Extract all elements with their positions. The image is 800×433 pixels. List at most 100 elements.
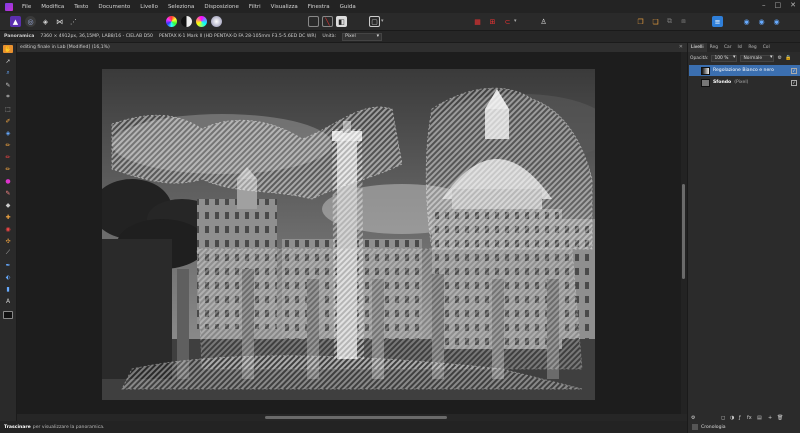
red-eye-icon[interactable]: ◉	[3, 225, 13, 233]
app-logo-icon[interactable]	[5, 2, 13, 11]
color-replace-icon[interactable]: ✏	[3, 153, 13, 161]
layer-thumbnail	[701, 66, 710, 75]
menu-visualizza[interactable]: Visualizza	[266, 4, 303, 10]
toolbar: ▲ ◎ ◈ ⋈ ⋰ ╲ ◧ ▢ ▾ ▦ ⊞ ⊂ ▾ ♙ ❐ ❏ ⧉ ⧈ ≡ ◉ …	[0, 13, 800, 31]
personas-share-icon[interactable]: ◉	[741, 16, 752, 27]
unit-label: Unità:	[322, 34, 337, 39]
paint-brush-icon[interactable]: ✏	[3, 141, 13, 149]
white-balance-icon[interactable]	[211, 16, 222, 27]
layer-row-background[interactable]: Sfondo (Pixel) ✓	[689, 77, 800, 88]
hsl-icon[interactable]	[196, 16, 207, 27]
photo-image	[102, 69, 595, 400]
pen-tool-icon[interactable]: ✒	[3, 261, 13, 269]
menu-testo[interactable]: Testo	[69, 4, 93, 10]
close-button[interactable]: ✕	[790, 1, 796, 9]
shape-tool-icon[interactable]: ▮	[3, 285, 13, 293]
dodge-brush-icon[interactable]: ●	[3, 177, 13, 185]
export-persona-icon[interactable]: ⋰	[68, 16, 79, 27]
context-toolbar: Panoramica 7360 × 4912px, 36,15MP, LAB8/…	[0, 31, 800, 43]
blend-mode-select[interactable]: Normale	[740, 54, 775, 62]
color-wheel-icon[interactable]	[166, 16, 177, 27]
clone-brush-icon[interactable]: ✎	[3, 189, 13, 197]
color-picker-icon[interactable]: ✎	[3, 81, 13, 89]
crop-tool-icon[interactable]: ⌗	[3, 93, 13, 101]
arrange-back-icon[interactable]: ❐	[635, 16, 646, 27]
snapping-dropdown-icon[interactable]: ▾	[514, 18, 517, 24]
layer-controls: Opacità: 100 % Normale ⚙ 🔒	[688, 53, 800, 63]
horizontal-scrollbar[interactable]	[17, 414, 687, 421]
tool-name: Panoramica	[4, 34, 35, 39]
tab-reg-2[interactable]: Reg	[745, 43, 759, 52]
tab-col[interactable]: Col	[760, 43, 773, 52]
develop-persona-icon[interactable]: ◈	[40, 16, 51, 27]
tab-car[interactable]: Car	[721, 43, 735, 52]
liquify-persona-icon[interactable]: ◎	[25, 16, 36, 27]
flood-fill-icon[interactable]: ◈	[3, 129, 13, 137]
image-info: 7360 × 4912px, 36,15MP, LAB8/16 - CIELAB…	[40, 34, 153, 39]
layer-settings-icon[interactable]: ⚙	[777, 55, 781, 61]
tab-reg[interactable]: Reg	[707, 43, 721, 52]
minimize-button[interactable]: –	[762, 1, 766, 9]
menu-livello[interactable]: Livello	[135, 4, 163, 10]
color-swatch-icon[interactable]	[3, 311, 13, 319]
menu-file[interactable]: File	[17, 4, 36, 10]
mesh-warp-icon[interactable]: ✣	[3, 237, 13, 245]
arrange-backward-icon[interactable]: ⧈	[678, 16, 689, 27]
document-tab[interactable]: editing finale in Lab [Modified] (16,1%)…	[17, 43, 687, 52]
opacity-field[interactable]: 100 %	[711, 54, 738, 62]
quick-mask-dropdown-icon[interactable]: ▾	[381, 18, 384, 24]
arrange-forward-icon[interactable]: ⧉	[664, 16, 675, 27]
tab-livelli[interactable]: Livelli	[688, 43, 707, 52]
photo-canvas[interactable]	[102, 69, 595, 400]
deselect-icon[interactable]: ╲	[322, 16, 333, 27]
marquee-tool-icon[interactable]: ⬚	[3, 105, 13, 113]
menu-finestra[interactable]: Finestra	[303, 4, 335, 10]
layer-visibility-checkbox[interactable]: ✓	[791, 79, 797, 86]
menu-guida[interactable]: Guida	[335, 4, 361, 10]
healing-brush-icon[interactable]: ✚	[3, 213, 13, 221]
zoom-tool-icon[interactable]: ⌕	[3, 69, 13, 77]
levels-icon[interactable]	[181, 16, 192, 27]
tab-isl[interactable]: Isl	[735, 43, 746, 52]
menu-modifica[interactable]: Modifica	[36, 4, 69, 10]
lock-icon[interactable]: 🔒	[785, 55, 791, 61]
unit-select[interactable]: Pixel	[342, 32, 383, 41]
pixel-snap-icon[interactable]: ⊞	[487, 16, 498, 27]
history-panel-tab[interactable]: Cronologia	[687, 421, 800, 433]
selection-brush-icon[interactable]: ✐	[3, 117, 13, 125]
account-icon[interactable]: ◉	[771, 16, 782, 27]
menu-disposizione[interactable]: Disposizione	[199, 4, 244, 10]
menu-documento[interactable]: Documento	[93, 4, 135, 10]
layer-row-adjustment[interactable]: Regolazione Bianco e nero ✓	[689, 65, 800, 76]
node-tool-icon[interactable]: ⬖	[3, 273, 13, 281]
erase-brush-icon[interactable]: ✏	[3, 165, 13, 173]
align-icon[interactable]: ≡	[712, 16, 723, 27]
tone-mapping-persona-icon[interactable]: ⋈	[54, 16, 65, 27]
snapping-magnet-icon[interactable]: ⊂	[502, 16, 513, 27]
arrange-front-icon[interactable]: ❏	[650, 16, 661, 27]
panel-tabs: Livelli Reg Car Isl Reg Col	[688, 43, 800, 52]
layer-visibility-checkbox[interactable]: ✓	[791, 67, 797, 74]
document-close-icon[interactable]: ✕	[679, 44, 683, 50]
opacity-label: Opacità:	[690, 55, 709, 61]
blur-brush-icon[interactable]: ◆	[3, 201, 13, 209]
maximize-button[interactable]: □	[775, 1, 782, 9]
view-tool-icon[interactable]: ✋	[3, 45, 13, 53]
quick-mask-icon[interactable]: ▢	[369, 16, 380, 27]
history-icon	[692, 424, 698, 430]
status-bar: Trascinare per visualizzare la panoramic…	[0, 421, 800, 433]
vertical-scroll-thumb[interactable]	[682, 184, 685, 279]
grid-snap-icon[interactable]: ▦	[472, 16, 483, 27]
studio-link-icon[interactable]: ◉	[756, 16, 767, 27]
move-tool-icon[interactable]: ➚	[3, 57, 13, 65]
menu-seleziona[interactable]: Seleziona	[163, 4, 199, 10]
photo-persona-icon[interactable]: ▲	[10, 16, 21, 27]
marquee-mode-icon[interactable]	[308, 16, 319, 27]
menu-filtri[interactable]: Filtri	[244, 4, 266, 10]
gradient-tool-icon[interactable]: ⟋	[3, 249, 13, 257]
assistant-icon[interactable]: ♙	[538, 16, 549, 27]
text-tool-icon[interactable]: A	[3, 297, 13, 305]
layer-name: Regolazione Bianco e nero	[713, 68, 774, 73]
invert-selection-icon[interactable]: ◧	[336, 16, 347, 27]
horizontal-scroll-thumb[interactable]	[265, 416, 447, 419]
